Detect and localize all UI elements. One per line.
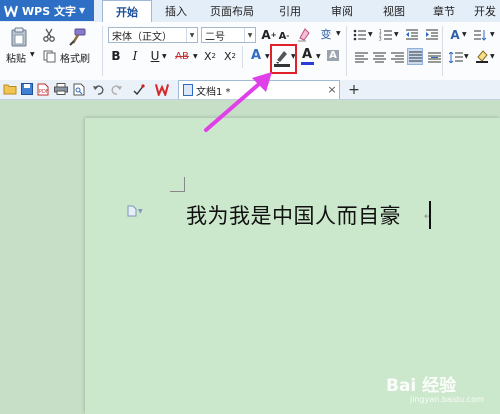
- subscript-button[interactable]: X2: [222, 48, 238, 64]
- tab-insert[interactable]: 插入: [156, 0, 196, 21]
- font-family-select[interactable]: 宋体（正文） ▼: [108, 27, 198, 43]
- italic-button[interactable]: I: [130, 48, 140, 64]
- chevron-down-icon: ▼: [186, 28, 197, 42]
- format-painter-button[interactable]: 格式刷: [60, 50, 90, 65]
- open-folder-icon[interactable]: [3, 82, 17, 96]
- customize-toolbar-icon[interactable]: [132, 82, 146, 96]
- app-menu-button[interactable]: WPS 文字 ▼: [0, 0, 94, 21]
- chevron-down-icon[interactable]: ▼: [336, 30, 341, 37]
- clear-format-icon[interactable]: [296, 26, 312, 42]
- document-icon: [183, 84, 193, 96]
- wps-logo-icon: [3, 3, 18, 18]
- text-effect-icon[interactable]: A: [248, 47, 264, 63]
- decrease-font-icon[interactable]: A-: [278, 28, 290, 44]
- chevron-down-icon[interactable]: ▼: [316, 53, 321, 60]
- chevron-down-icon[interactable]: ▼: [30, 51, 35, 58]
- line-spacing-icon[interactable]: [448, 49, 464, 65]
- increase-indent-icon[interactable]: [424, 27, 440, 43]
- font-size-select[interactable]: 二号 ▼: [201, 27, 256, 43]
- decrease-indent-icon[interactable]: [404, 27, 420, 43]
- svg-text:PDF: PDF: [39, 89, 49, 95]
- annotation-arrow: [204, 72, 272, 132]
- font-family-value: 宋体（正文）: [112, 31, 172, 43]
- bullet-list-icon[interactable]: [352, 27, 368, 43]
- chevron-down-icon: ▼: [78, 6, 86, 15]
- app-title: WPS 文字: [22, 4, 76, 18]
- divider: [102, 26, 103, 76]
- chevron-down-icon[interactable]: ▼: [490, 53, 495, 60]
- phonetic-guide-icon[interactable]: 变: [318, 26, 334, 42]
- svg-text:3: 3: [379, 37, 382, 42]
- increase-font-icon[interactable]: A +: [261, 27, 276, 43]
- tab-chapter[interactable]: 章节: [424, 0, 464, 21]
- tab-review[interactable]: 审阅: [322, 0, 362, 21]
- paste-button[interactable]: 粘贴: [6, 50, 26, 65]
- chevron-down-icon[interactable]: ▼: [464, 53, 469, 60]
- chinese-layout-icon[interactable]: A: [448, 27, 462, 43]
- char-shading-icon[interactable]: A: [326, 47, 340, 63]
- document-page[interactable]: [85, 118, 500, 414]
- chevron-down-icon[interactable]: ▼: [368, 31, 373, 38]
- numbered-list-icon[interactable]: 123: [378, 27, 394, 43]
- undo-icon[interactable]: [91, 82, 105, 96]
- align-center-icon[interactable]: [372, 49, 386, 65]
- chevron-down-icon[interactable]: ▼: [462, 31, 467, 38]
- margin-corner-mark: [170, 177, 185, 192]
- paragraph-handle-icon[interactable]: ▼: [127, 205, 149, 217]
- tab-home[interactable]: 开始: [102, 0, 152, 22]
- bold-button[interactable]: B: [110, 48, 122, 64]
- document-body-text[interactable]: 我为我是中国人而自豪: [186, 200, 401, 230]
- watermark-url: jingyan.baidu.com: [410, 395, 484, 404]
- chevron-down-icon[interactable]: ▼: [162, 53, 167, 60]
- strikethrough-button[interactable]: AB: [172, 48, 192, 64]
- chevron-down-icon[interactable]: ▼: [265, 53, 270, 60]
- align-right-icon[interactable]: [390, 49, 404, 65]
- distribute-icon[interactable]: [427, 49, 441, 65]
- underline-button[interactable]: U: [149, 48, 161, 64]
- new-tab-button[interactable]: +: [346, 80, 362, 99]
- tab-page-layout[interactable]: 页面布局: [200, 0, 264, 21]
- save-icon[interactable]: [20, 82, 34, 96]
- sort-icon[interactable]: [472, 27, 488, 43]
- font-color-icon[interactable]: A: [300, 46, 314, 66]
- chevron-down-icon[interactable]: ▼: [394, 31, 399, 38]
- tab-developer[interactable]: 开发: [470, 0, 500, 21]
- baidu-jingyan-watermark: Bai 经验: [386, 376, 457, 396]
- justify-icon[interactable]: [407, 48, 423, 65]
- tab-view[interactable]: 视图: [374, 0, 414, 21]
- print-preview-icon[interactable]: [72, 82, 86, 96]
- tab-references[interactable]: 引用: [270, 0, 310, 21]
- close-icon[interactable]: ×: [326, 82, 338, 96]
- scissors-icon[interactable]: [41, 27, 57, 43]
- chevron-down-icon[interactable]: ▼: [193, 53, 198, 60]
- print-icon[interactable]: [54, 82, 68, 96]
- chevron-down-icon: ▼: [244, 28, 255, 42]
- chevron-down-icon: ▼: [138, 207, 143, 215]
- export-pdf-icon[interactable]: PDF: [36, 82, 50, 96]
- divider: [346, 26, 347, 76]
- chevron-down-icon[interactable]: ▼: [490, 31, 495, 38]
- wps-office-icon[interactable]: [155, 82, 169, 96]
- divider: [442, 26, 443, 76]
- divider: [242, 46, 243, 68]
- superscript-button[interactable]: X2: [202, 48, 218, 64]
- copy-icon[interactable]: [41, 49, 57, 63]
- brush-icon[interactable]: [66, 26, 88, 48]
- text-cursor: [429, 201, 431, 229]
- paragraph-shading-icon[interactable]: [474, 48, 490, 64]
- align-left-icon[interactable]: [354, 49, 368, 65]
- paste-icon[interactable]: [8, 26, 30, 48]
- font-size-value: 二号: [205, 31, 225, 43]
- redo-icon[interactable]: [110, 82, 124, 96]
